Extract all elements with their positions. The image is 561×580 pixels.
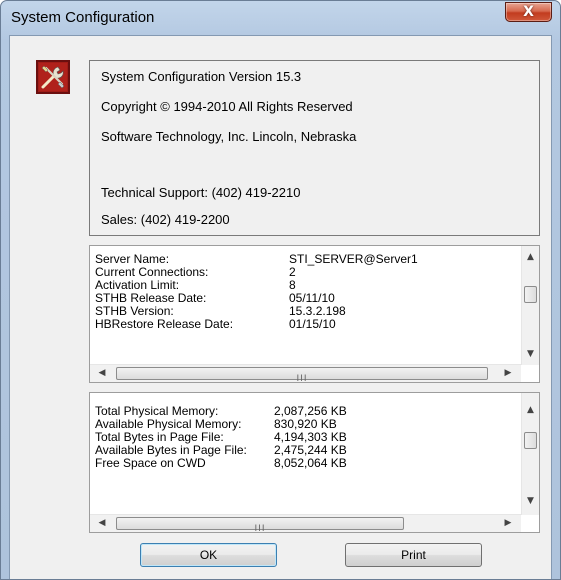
horizontal-scroll-thumb[interactable]: III bbox=[116, 367, 488, 384]
about-info-panel: System Configuration Version 15.3 Copyri… bbox=[89, 60, 540, 236]
scroll-right-arrow-icon[interactable]: ▶ bbox=[500, 365, 516, 382]
dialog-client-area: System Configuration Version 15.3 Copyri… bbox=[9, 35, 552, 579]
window-title: System Configuration bbox=[11, 9, 155, 26]
close-icon: X bbox=[523, 4, 534, 20]
ok-button[interactable]: OK bbox=[140, 543, 277, 567]
print-button[interactable]: Print bbox=[345, 543, 482, 567]
scroll-right-arrow-icon[interactable]: ▶ bbox=[500, 515, 516, 532]
scroll-down-arrow-icon[interactable]: ▼ bbox=[522, 346, 539, 362]
close-button[interactable]: X bbox=[505, 2, 552, 22]
memory-list-horizontal-scrollbar[interactable]: ◀ III ▶ bbox=[90, 514, 521, 534]
scroll-left-arrow-icon[interactable]: ◀ bbox=[94, 515, 110, 532]
server-list-horizontal-scrollbar[interactable]: ◀ III ▶ bbox=[90, 364, 521, 384]
vertical-scroll-thumb[interactable] bbox=[524, 286, 537, 303]
copyright-text: Copyright © 1994-2010 All Rights Reserve… bbox=[101, 99, 353, 114]
dialog-window: System Configuration X System Configurat… bbox=[0, 0, 561, 580]
free-space-cwd-label: Free Space on CWD bbox=[95, 456, 206, 470]
hbrestore-release-date-value: 01/15/10 bbox=[289, 317, 336, 331]
scroll-up-arrow-icon[interactable]: ▲ bbox=[522, 249, 539, 265]
version-text: System Configuration Version 15.3 bbox=[101, 69, 302, 84]
scroll-down-arrow-icon[interactable]: ▼ bbox=[522, 493, 539, 509]
server-name-value: STI_SERVER@Server1 bbox=[289, 252, 418, 266]
horizontal-scroll-thumb[interactable]: III bbox=[116, 517, 404, 534]
support-phone-text: Technical Support: (402) 419-2210 bbox=[101, 185, 301, 200]
hbrestore-release-date-label: HBRestore Release Date: bbox=[95, 317, 234, 331]
free-space-cwd-value: 8,052,064 KB bbox=[274, 456, 347, 470]
memory-info-list[interactable]: Total Physical Memory: 2,087,256 KB Avai… bbox=[89, 392, 540, 534]
sales-phone-text: Sales: (402) 419-2200 bbox=[101, 212, 230, 227]
scroll-grip-icon: III bbox=[296, 374, 308, 384]
scroll-grip-icon: III bbox=[254, 524, 266, 534]
scroll-left-arrow-icon[interactable]: ◀ bbox=[94, 365, 110, 382]
scroll-up-arrow-icon[interactable]: ▲ bbox=[522, 402, 539, 418]
tools-wrench-icon bbox=[36, 60, 70, 94]
server-info-list[interactable]: Server Name: STI_SERVER@Server1 Current … bbox=[89, 245, 540, 384]
company-text: Software Technology, Inc. Lincoln, Nebra… bbox=[101, 129, 357, 144]
vertical-scroll-thumb[interactable] bbox=[524, 432, 537, 449]
title-bar[interactable]: System Configuration X bbox=[1, 1, 560, 35]
server-list-vertical-scrollbar[interactable]: ▲ ▼ bbox=[521, 246, 539, 365]
memory-list-vertical-scrollbar[interactable]: ▲ ▼ bbox=[521, 393, 539, 515]
